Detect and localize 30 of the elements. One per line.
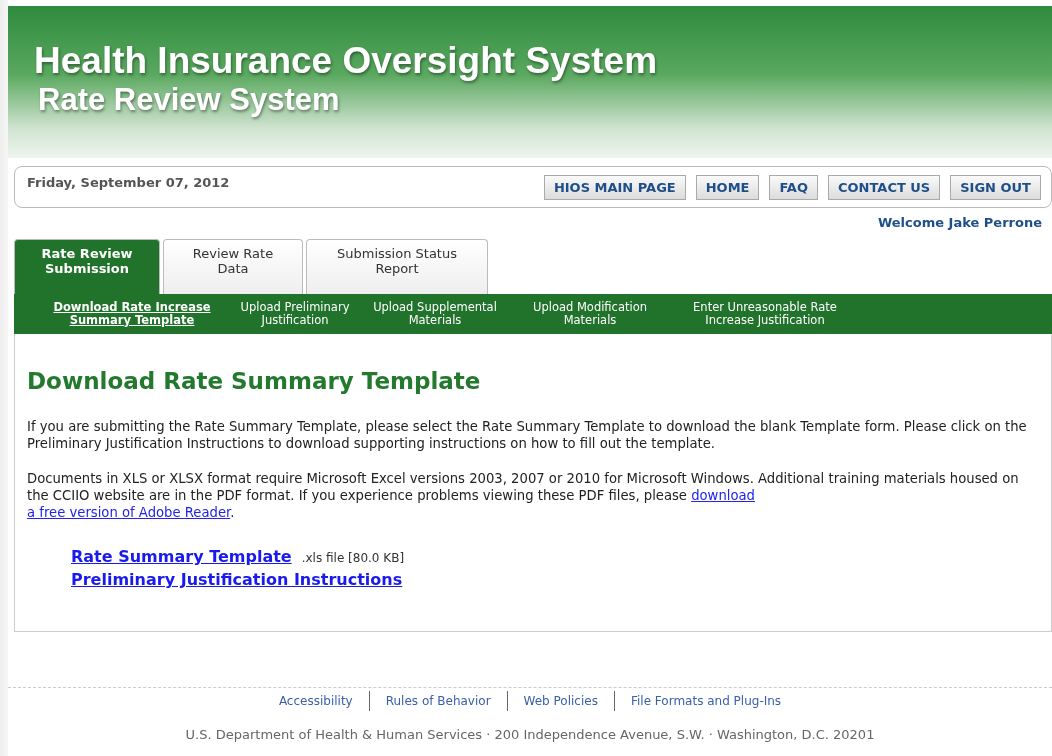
page-heading: Download Rate Summary Template xyxy=(27,368,482,394)
footer-link[interactable]: Accessibility xyxy=(262,691,369,711)
file-note: .xls file [80.0 KB] xyxy=(301,551,405,565)
subnav-link[interactable]: Upload Supplemental Materials xyxy=(360,301,510,327)
nav-button[interactable]: FAQ xyxy=(769,174,818,200)
footer-link[interactable]: Rules of Behavior xyxy=(368,691,507,711)
footer-address: U.S. Department of Health & Human Services · 200 Independence Avenue, S.W. · Washington, D.C. 20201 xyxy=(185,727,875,742)
adobe-reader-link[interactable]: download xyxy=(691,488,755,503)
file-link[interactable]: Preliminary Justification Instructions xyxy=(71,568,403,591)
adobe-reader-link[interactable]: a free version of Adobe Reader xyxy=(27,505,231,520)
tab[interactable]: Rate Review Submission xyxy=(14,239,160,294)
nav-button[interactable]: CONTACT US xyxy=(828,174,941,200)
nav-button[interactable]: HOME xyxy=(695,174,760,200)
subnav-link[interactable]: Upload Preliminary Justification xyxy=(230,301,360,327)
subnav-link[interactable]: Download Rate Increase Summary Template xyxy=(34,301,230,327)
subnav-link[interactable]: Enter Unreasonable Rate Increase Justification xyxy=(670,301,860,327)
current-date: Friday, September 07, 2012 xyxy=(27,174,230,190)
footer-link[interactable]: File Formats and Plug-Ins xyxy=(613,691,798,711)
file-link[interactable]: Rate Summary Template xyxy=(71,545,292,568)
system-title: Health Insurance Oversight System xyxy=(34,40,659,82)
info-paragraph: Documents in XLS or XLSX format require Microsoft Excel versions 2003, 2007 or 2010 for Microsoft Windows. Additional training materials housed on the CCIIO website are in the PDF format. If you experience problems viewing these PDF files, please download a free version of Adobe Reader. xyxy=(27,470,1020,521)
system-subtitle: Rate Review System xyxy=(38,82,341,118)
nav-button[interactable]: HIOS MAIN PAGE xyxy=(543,174,686,200)
tab[interactable]: Review Rate Data xyxy=(163,239,303,294)
intro-paragraph: If you are submitting the Rate Summary Template, please select the Rate Summary Template to download the blank Template form. Please click on the Preliminary Justification Instructions to download supporting instructions on how to fill out the template. xyxy=(27,418,1028,452)
welcome-text: Welcome Jake Perrone xyxy=(877,215,1042,230)
footer-link[interactable]: Web Policies xyxy=(506,691,614,711)
tab[interactable]: Submission Status Report xyxy=(306,239,488,294)
nav-button[interactable]: SIGN OUT xyxy=(950,174,1041,200)
subnav-link[interactable]: Upload Modification Materials xyxy=(510,301,670,327)
